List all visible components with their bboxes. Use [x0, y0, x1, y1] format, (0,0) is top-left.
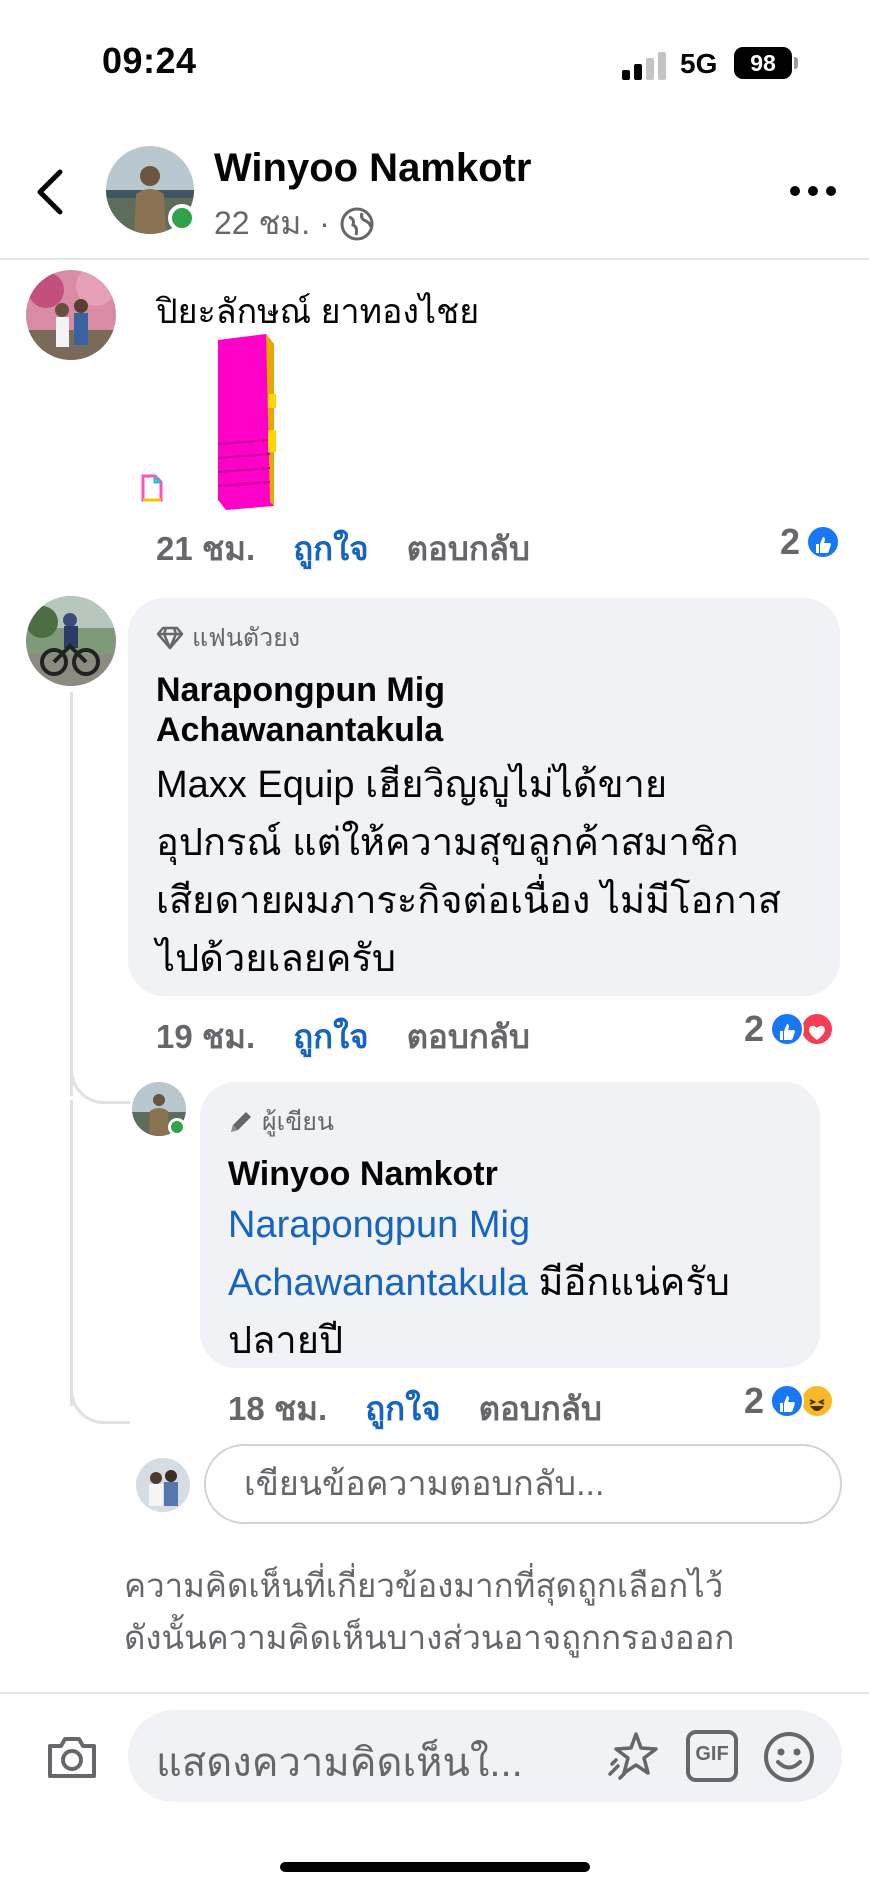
post-header: Winyoo Namkotr 22 ชม. ·: [0, 130, 869, 260]
signal-icon: [622, 50, 670, 80]
online-status-dot: [168, 1118, 186, 1136]
emoji-icon[interactable]: [762, 1730, 816, 1784]
my-avatar: [136, 1458, 190, 1512]
badge-label: แฟนตัวยง: [192, 624, 301, 652]
post-meta: 22 ชม. ·: [214, 198, 374, 249]
comment-text-line: Maxx Equip เฮียวิญญูไม่ได้ขาย: [156, 764, 668, 806]
reply-input[interactable]: เขียนข้อความตอบกลับ...: [204, 1444, 842, 1524]
comment-author-name[interactable]: Narapongpun Mig Achawanantakula: [156, 670, 812, 750]
comment-time: 21 ชม.: [156, 530, 256, 567]
thread-line: [70, 1100, 73, 1406]
author-name-line: Narapongpun Mig: [156, 671, 445, 709]
reaction-summary[interactable]: 2: [744, 1380, 835, 1422]
reply-button[interactable]: ตอบกลับ: [407, 522, 530, 575]
comment-bubble[interactable]: ผู้เขียน Winyoo Namkotr Narapongpun Mig …: [200, 1082, 820, 1368]
comment-input[interactable]: แสดงความคิดเห็นใ... GIF: [128, 1710, 842, 1802]
commenter-avatar[interactable]: [26, 596, 116, 686]
like-button[interactable]: ถูกใจ: [293, 522, 368, 575]
commenter-avatar[interactable]: [26, 270, 116, 360]
mention-link[interactable]: Achawanantakula: [228, 1262, 528, 1304]
thread-line: [70, 692, 73, 1096]
top-fan-badge: แฟนตัวยง: [156, 618, 812, 658]
like-reaction-icon: [806, 525, 841, 559]
battery-icon: 98: [734, 47, 792, 79]
post-time: 22 ชม. ·: [214, 205, 330, 241]
online-status-dot: [168, 204, 196, 232]
home-indicator[interactable]: [280, 1862, 590, 1872]
comment-text-line: อุปกรณ์ แต่ให้ความสุขลูกค้าสมาชิก: [156, 822, 739, 864]
reaction-count: 2: [744, 1008, 765, 1049]
like-button[interactable]: ถูกใจ: [293, 1010, 368, 1063]
pencil-icon: [231, 1112, 251, 1132]
comment-time: 18 ชม.: [228, 1390, 328, 1427]
status-time: 09:24: [102, 40, 197, 81]
like-reaction-icon: [770, 1012, 805, 1046]
comment-text-line: เสียดายผมภาระกิจต่อเนื่อง ไม่มีโอกาส: [156, 880, 781, 922]
comment-text-fragment: มีอีกแน่ครับ: [528, 1262, 730, 1304]
network-label: 5G: [680, 48, 718, 79]
diamond-icon: [156, 626, 184, 650]
comment-text: Maxx Equip เฮียวิญญูไม่ได้ขาย อุปกรณ์ แต…: [156, 756, 812, 988]
file-icon: [140, 474, 164, 502]
comment-author-name[interactable]: Winyoo Namkotr: [228, 1154, 792, 1194]
comment-author-name[interactable]: ปิยะลักษณ์ ยาทองไชย: [156, 284, 479, 338]
comment-actions: 19 ชม. ถูกใจ ตอบกลับ: [156, 1010, 530, 1063]
like-reaction-icon: [770, 1384, 805, 1418]
more-options-icon[interactable]: [790, 182, 840, 202]
mention-link[interactable]: Narapongpun Mig: [228, 1204, 530, 1246]
comment-actions: 18 ชม. ถูกใจ ตอบกลับ: [228, 1382, 602, 1435]
reaction-summary[interactable]: 2: [744, 1008, 835, 1050]
comment-bubble[interactable]: แฟนตัวยง Narapongpun Mig Achawanantakula…: [128, 598, 840, 996]
reaction-summary[interactable]: 2: [780, 521, 841, 563]
filter-notice: ความคิดเห็นที่เกี่ยวข้องมากที่สุดถูกเลือ…: [124, 1560, 824, 1664]
camera-icon[interactable]: [46, 1734, 98, 1780]
comment-time: 19 ชม.: [156, 1018, 256, 1055]
love-reaction-icon: [800, 1012, 835, 1046]
author-name[interactable]: Winyoo Namkotr: [214, 146, 531, 191]
reaction-count: 2: [744, 1380, 765, 1421]
author-badge: ผู้เขียน: [228, 1102, 792, 1142]
back-arrow-icon[interactable]: [30, 162, 74, 222]
gif-icon[interactable]: GIF: [686, 1730, 738, 1782]
gif-label: GIF: [695, 1743, 729, 1765]
comment-sticker[interactable]: [214, 334, 282, 510]
reply-button[interactable]: ตอบกลับ: [407, 1010, 530, 1063]
author-name-line: Achawanantakula: [156, 711, 444, 749]
reaction-count: 2: [780, 521, 801, 562]
thread-line-curve: [70, 1380, 130, 1424]
comment-text-line: ปลายปี: [228, 1320, 344, 1362]
notice-line: ดังนั้นความคิดเห็นบางส่วนอาจถูกกรองออก: [124, 1619, 735, 1656]
reply-button[interactable]: ตอบกลับ: [479, 1382, 602, 1435]
comment-text-line: ไปด้วยเลยครับ: [156, 938, 397, 980]
comment-input-placeholder: แสดงความคิดเห็นใ...: [156, 1741, 523, 1785]
avatar-sticker-icon[interactable]: [606, 1730, 660, 1782]
battery-tip: [794, 57, 798, 69]
comment-text: Narapongpun Mig Achawanantakula มีอีกแน่…: [228, 1196, 792, 1370]
thread-line-curve: [70, 1060, 130, 1104]
notice-line: ความคิดเห็นที่เกี่ยวข้องมากที่สุดถูกเลือ…: [124, 1567, 724, 1604]
haha-reaction-icon: [800, 1384, 835, 1418]
status-bar: 09:24 5G 98: [0, 0, 869, 120]
comment-actions: 21 ชม. ถูกใจ ตอบกลับ: [156, 522, 530, 575]
globe-icon: [340, 207, 374, 240]
badge-label: ผู้เขียน: [262, 1108, 335, 1136]
like-button[interactable]: ถูกใจ: [365, 1382, 440, 1435]
comment-composer: แสดงความคิดเห็นใ... GIF: [0, 1692, 869, 1884]
